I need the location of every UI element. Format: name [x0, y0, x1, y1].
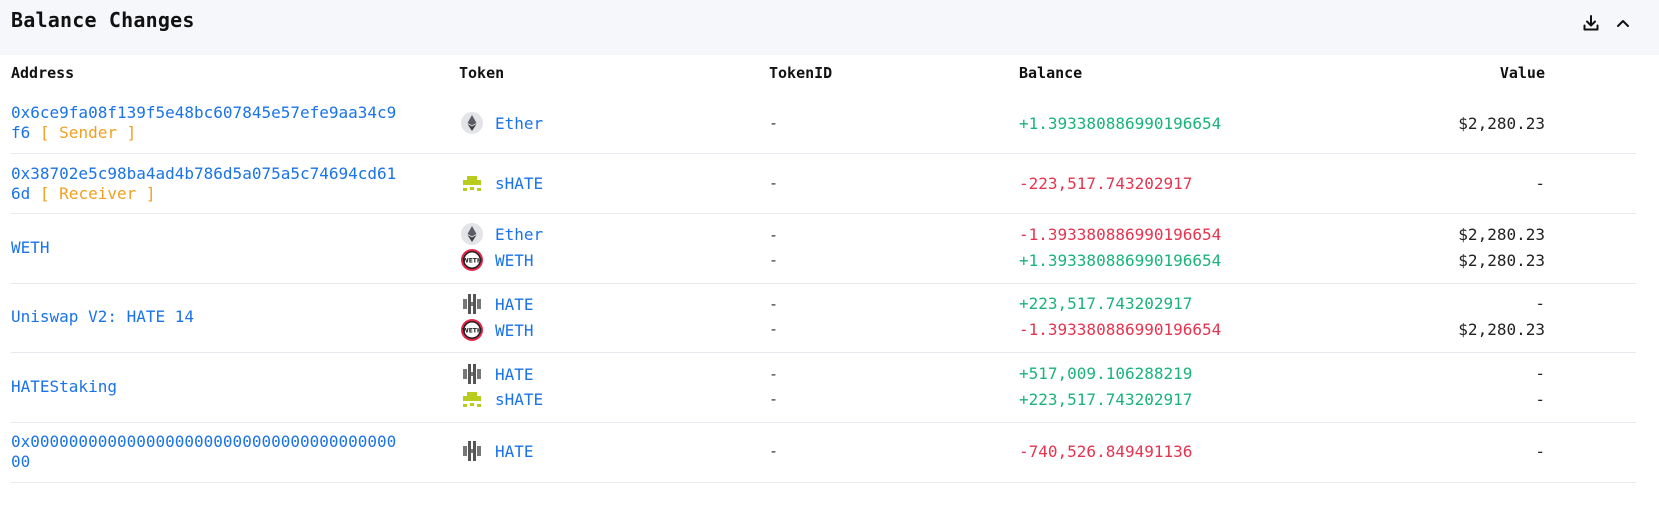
- token-name[interactable]: HATE: [495, 442, 534, 461]
- token-name[interactable]: Ether: [495, 225, 543, 244]
- token-cell[interactable]: Ether: [459, 111, 543, 135]
- hate-icon: [459, 291, 485, 317]
- chevron-up-icon[interactable]: [1612, 12, 1634, 34]
- token-name[interactable]: HATE: [495, 365, 534, 384]
- usd-value: $2,280.23: [1458, 114, 1545, 133]
- balance-value: -223,517.743202917: [1019, 174, 1193, 193]
- hate-icon: [459, 438, 485, 464]
- role-badge: [ Sender ]: [39, 123, 137, 142]
- address-link[interactable]: 0x00000000000000000000000000000000000000: [11, 432, 396, 451]
- token-name[interactable]: WETH: [495, 321, 534, 340]
- svg-text:WETH: WETH: [462, 258, 482, 265]
- address-cell: Uniswap V2: HATE 14: [11, 307, 451, 327]
- balance-value: +1.393380886990196654: [1019, 251, 1222, 270]
- shate-icon: [459, 386, 485, 412]
- usd-value: -: [1535, 174, 1545, 193]
- token-id: -: [769, 226, 779, 244]
- hate-icon: [459, 361, 485, 387]
- address-link[interactable]: 0x6ce9fa08f139f5e48bc607845e57efe9aa34c9: [11, 103, 396, 122]
- balance-value: +517,009.106288219: [1019, 364, 1193, 383]
- token-id: -: [769, 390, 779, 408]
- address-link-cont[interactable]: f6: [11, 123, 30, 142]
- usd-value: $2,280.23: [1458, 251, 1545, 270]
- token-id: -: [769, 295, 779, 313]
- token-cell[interactable]: sHATE: [459, 171, 543, 195]
- address-cell: 0x00000000000000000000000000000000000000…: [11, 432, 451, 472]
- balance-value: -1.393380886990196654: [1019, 225, 1222, 244]
- balance-value: +223,517.743202917: [1019, 390, 1193, 409]
- weth-icon: WETH: [459, 317, 485, 343]
- token-id: -: [769, 442, 779, 460]
- column-header-tokenid: TokenID: [769, 64, 833, 82]
- column-header-address: Address: [11, 64, 75, 82]
- balance-value: +1.393380886990196654: [1019, 114, 1222, 133]
- address-link[interactable]: Uniswap V2: HATE 14: [11, 307, 194, 326]
- download-icon[interactable]: [1580, 12, 1602, 34]
- address-cell: 0x6ce9fa08f139f5e48bc607845e57efe9aa34c9…: [11, 103, 451, 143]
- usd-value: -: [1535, 294, 1545, 313]
- address-link[interactable]: HATEStaking: [11, 377, 117, 396]
- address-cell: WETH: [11, 238, 451, 258]
- shate-icon: [459, 170, 485, 196]
- address-cell: 0x38702e5c98ba4ad4b786d5a075a5c74694cd61…: [11, 164, 451, 204]
- address-link-cont[interactable]: 00: [11, 452, 30, 471]
- token-name[interactable]: sHATE: [495, 390, 543, 409]
- address-link-cont[interactable]: 6d: [11, 184, 30, 203]
- token-id: -: [769, 114, 779, 132]
- address-link[interactable]: WETH: [11, 238, 50, 257]
- token-cell[interactable]: HATE: [459, 362, 534, 386]
- token-name[interactable]: Ether: [495, 114, 543, 133]
- column-header-balance: Balance: [1019, 64, 1083, 82]
- token-cell[interactable]: sHATE: [459, 387, 543, 411]
- token-cell[interactable]: WETH WETH: [459, 318, 534, 342]
- column-header-token: Token: [459, 64, 505, 82]
- token-name[interactable]: WETH: [495, 251, 534, 270]
- balance-value: -1.393380886990196654: [1019, 320, 1222, 339]
- balance-value: -740,526.849491136: [1019, 442, 1193, 461]
- usd-value: -: [1535, 442, 1545, 461]
- column-header-value: Value: [1499, 64, 1545, 82]
- ether-icon: [459, 221, 485, 247]
- token-cell[interactable]: HATE: [459, 439, 534, 463]
- token-name[interactable]: sHATE: [495, 174, 543, 193]
- address-cell: HATEStaking: [11, 377, 451, 397]
- token-cell[interactable]: WETH WETH: [459, 248, 534, 272]
- panel-title: Balance Changes: [11, 8, 195, 32]
- panel-header: Balance Changes: [0, 0, 1659, 55]
- ether-icon: [459, 110, 485, 136]
- usd-value: $2,280.23: [1458, 225, 1545, 244]
- svg-text:WETH: WETH: [462, 328, 482, 335]
- token-name[interactable]: HATE: [495, 295, 534, 314]
- usd-value: -: [1535, 390, 1545, 409]
- role-badge: [ Receiver ]: [39, 184, 156, 203]
- token-cell[interactable]: HATE: [459, 292, 534, 316]
- token-id: -: [769, 320, 779, 338]
- token-id: -: [769, 365, 779, 383]
- usd-value: -: [1535, 364, 1545, 383]
- usd-value: $2,280.23: [1458, 320, 1545, 339]
- address-link[interactable]: 0x38702e5c98ba4ad4b786d5a075a5c74694cd61: [11, 164, 396, 183]
- balance-value: +223,517.743202917: [1019, 294, 1193, 313]
- weth-icon: WETH: [459, 247, 485, 273]
- token-cell[interactable]: Ether: [459, 222, 543, 246]
- token-id: -: [769, 174, 779, 192]
- token-id: -: [769, 251, 779, 269]
